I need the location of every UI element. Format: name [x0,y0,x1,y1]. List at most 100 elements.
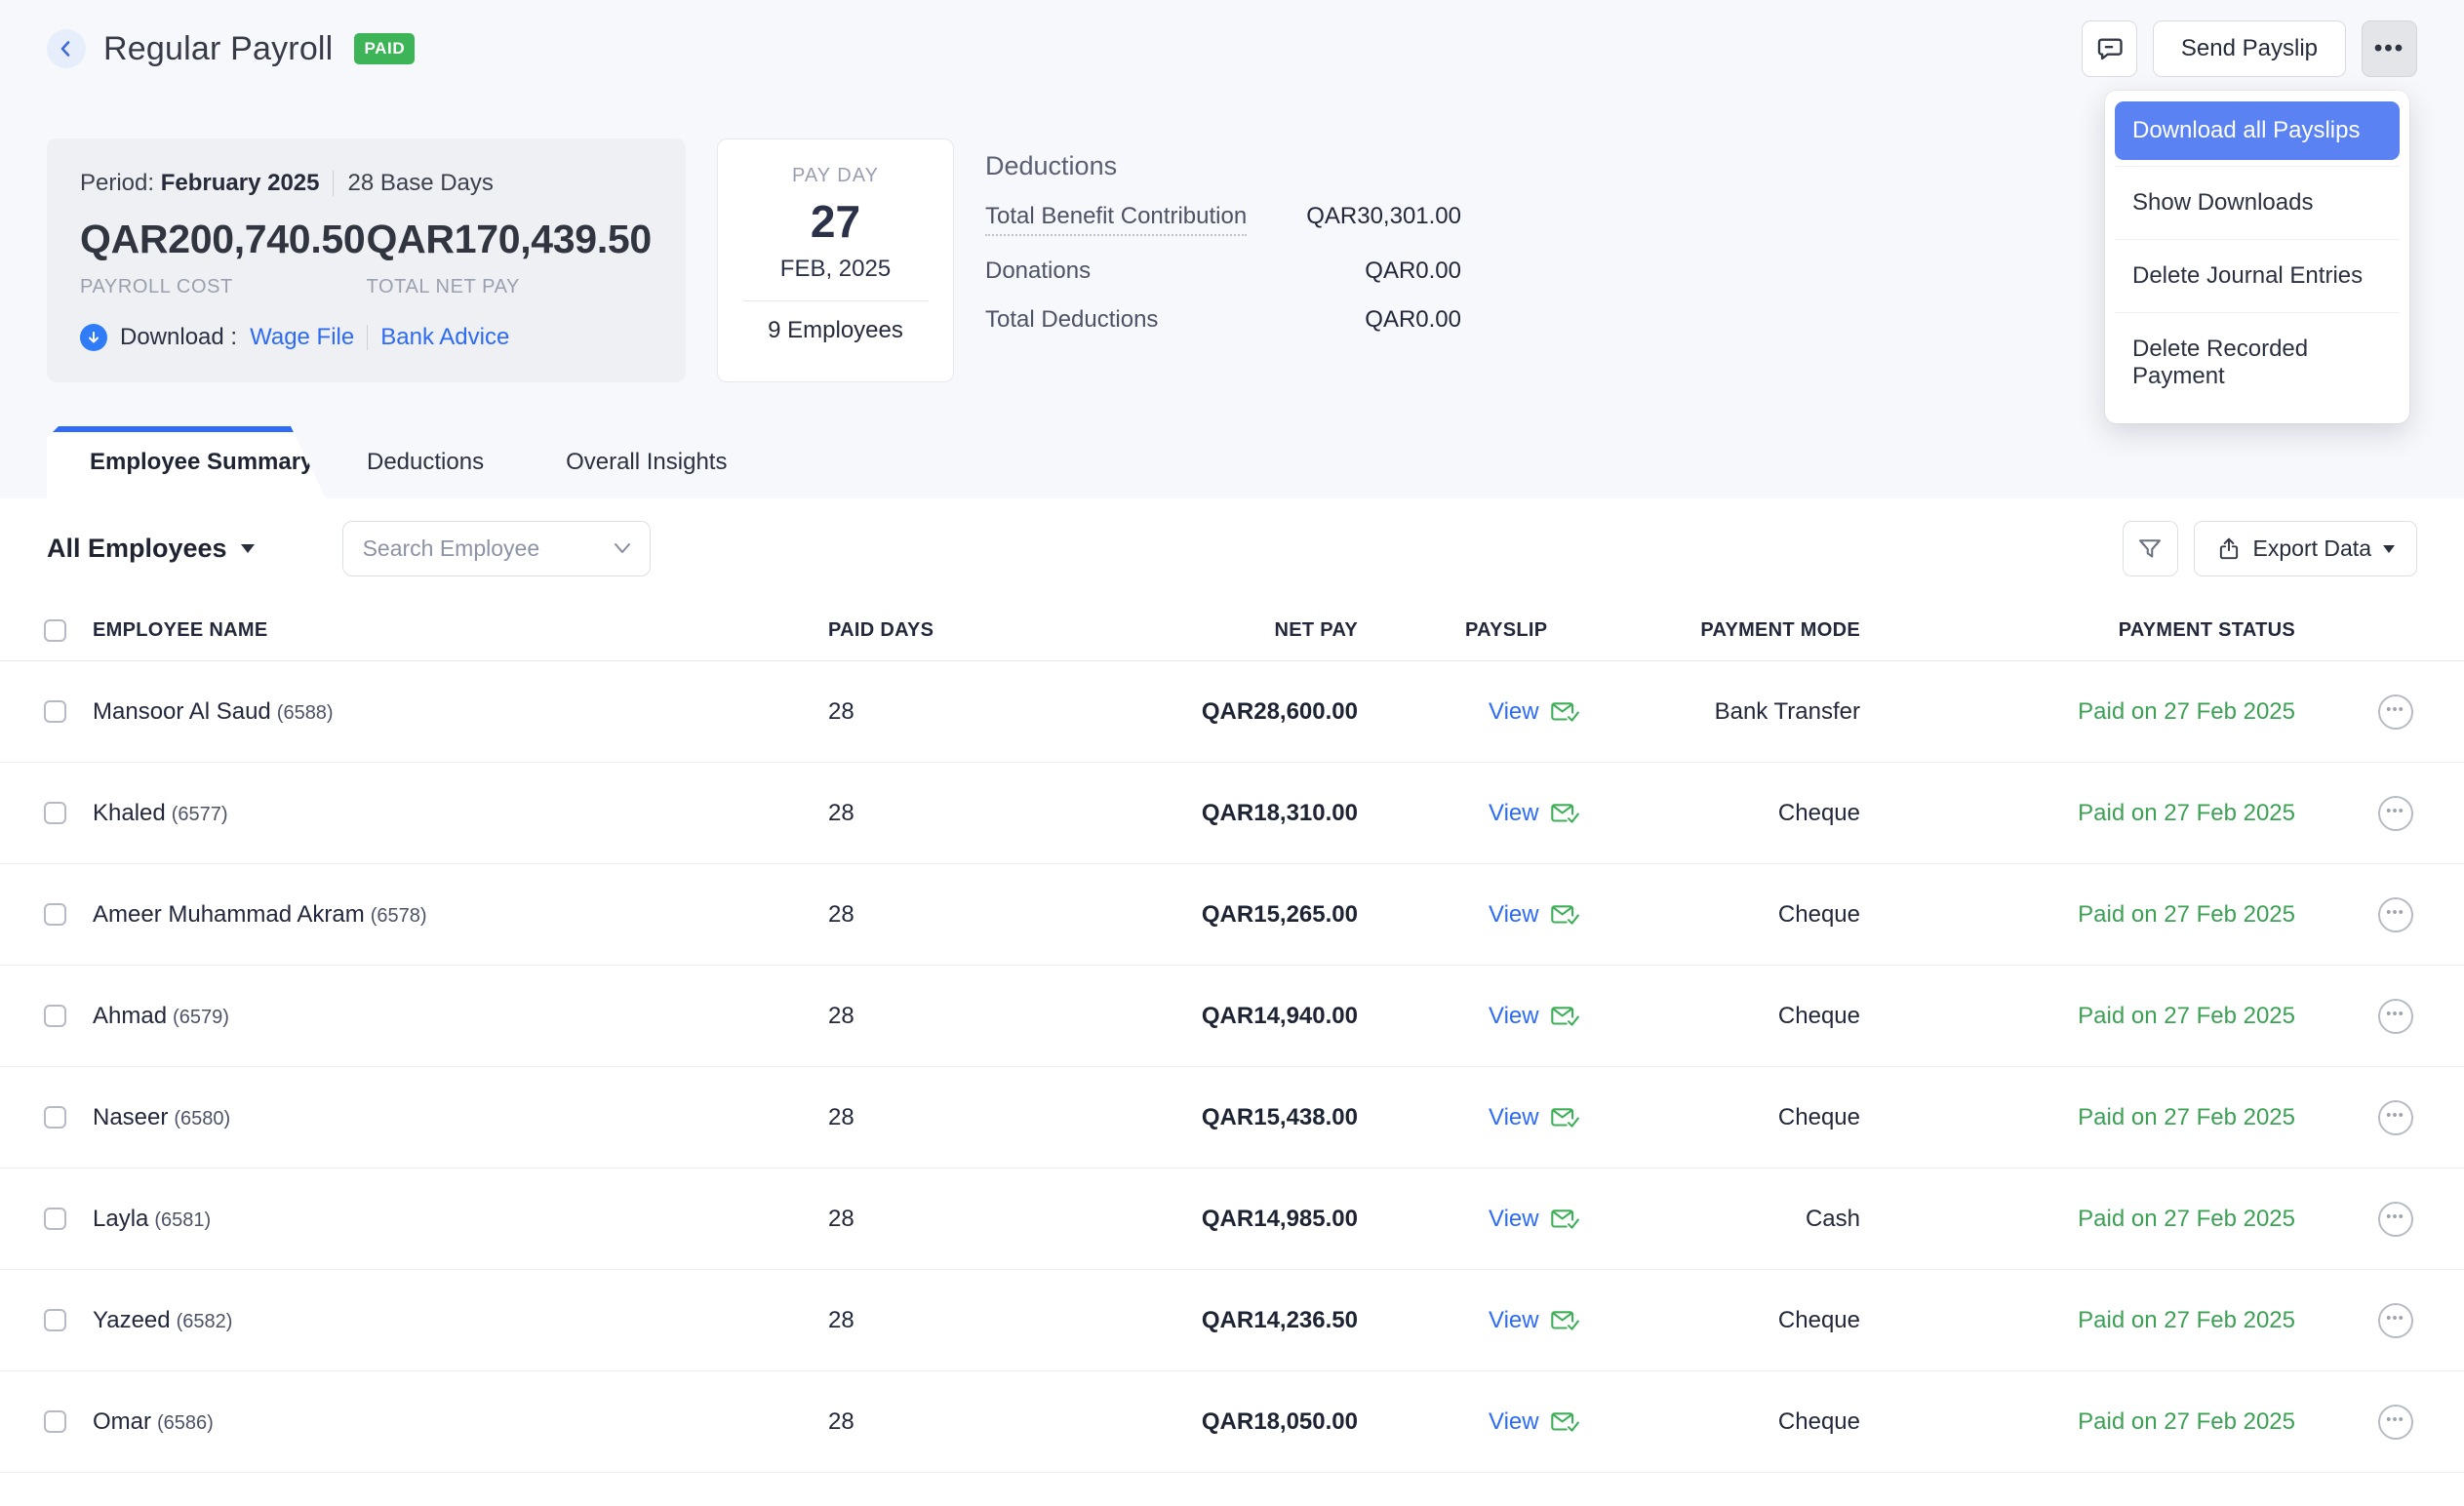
payslip-view-link[interactable]: View [1489,1307,1539,1334]
column-header-paid-days: PAID DAYS [828,619,945,642]
tab-overall-insights[interactable]: Overall Insights [525,426,768,498]
payroll-cost-label: PAYROLL COST [80,276,367,298]
menu-item-delete-journal-entries[interactable]: Delete Journal Entries [2115,239,2400,312]
period-label: Period: February 2025 [80,170,319,197]
total-benefit-contribution-label[interactable]: Total Benefit Contribution [985,203,1247,236]
payment-status: Paid on 27 Feb 2025 [1860,1307,2295,1334]
pay-day-card: PAY DAY 27 FEB, 2025 9 Employees [717,139,954,382]
net-pay: QAR14,236.50 [945,1307,1358,1334]
employee-name: Naseer [93,1104,168,1130]
column-header-payslip: PAYSLIP [1465,619,1660,642]
payment-mode: Cash [1660,1206,1860,1233]
comments-button[interactable] [2082,20,2137,77]
payslip-sent-icon [1550,1308,1579,1333]
payroll-summary-card: Period: February 2025 28 Base Days QAR20… [47,139,686,382]
row-checkbox[interactable] [44,1005,66,1027]
row-actions-button[interactable]: ••• [2378,1202,2413,1237]
net-pay: QAR14,940.00 [945,1003,1358,1030]
page-title: Regular Payroll [103,30,333,68]
paid-days: 28 [828,1408,945,1436]
donations-label: Donations [985,258,1091,285]
row-checkbox[interactable] [44,1410,66,1433]
payment-status: Paid on 27 Feb 2025 [1860,698,2295,726]
employee-filter-dropdown[interactable]: All Employees [47,534,255,564]
payslip-sent-icon [1550,1207,1579,1232]
column-header-net-pay: NET PAY [945,619,1358,642]
payment-status: Paid on 27 Feb 2025 [1860,1003,2295,1030]
divider [333,171,334,196]
row-checkbox[interactable] [44,1208,66,1230]
table-row: Omar(6586) 28 QAR18,050.00 View Cheque P… [0,1371,2464,1473]
deductions-heading: Deductions [985,151,1461,181]
row-checkbox[interactable] [44,903,66,926]
paid-days: 28 [828,698,945,726]
search-employee-input[interactable] [342,521,651,576]
employee-name: Yazeed [93,1307,171,1333]
payment-status: Paid on 27 Feb 2025 [1860,1408,2295,1436]
pay-day-month-year: FEB, 2025 [780,256,891,283]
funnel-icon [2136,535,2164,563]
column-header-payment-status: PAYMENT STATUS [1860,619,2295,642]
period-line: Period: February 2025 28 Base Days [80,170,653,197]
row-checkbox[interactable] [44,1309,66,1331]
payslip-sent-icon [1550,801,1579,826]
row-actions-button[interactable]: ••• [2378,694,2413,730]
select-all-checkbox[interactable] [44,619,66,642]
chevron-down-icon [241,544,255,553]
employee-name: Omar [93,1408,151,1435]
more-options-button[interactable]: ••• [2362,20,2417,77]
payslip-view-link[interactable]: View [1489,698,1539,726]
paid-days: 28 [828,901,945,929]
payslip-view-link[interactable]: View [1489,901,1539,929]
row-checkbox[interactable] [44,802,66,824]
payslip-view-link[interactable]: View [1489,1104,1539,1131]
payslip-view-link[interactable]: View [1489,800,1539,827]
back-button[interactable] [47,29,86,68]
tab-deductions[interactable]: Deductions [326,426,525,498]
menu-item-delete-recorded-payment[interactable]: Delete Recorded Payment [2115,312,2400,413]
paid-days: 28 [828,1003,945,1030]
bank-advice-link[interactable]: Bank Advice [380,324,509,351]
row-actions-button[interactable]: ••• [2378,796,2413,831]
payslip-view-link[interactable]: View [1489,1003,1539,1030]
chevron-left-icon [57,39,76,59]
download-row: Download : Wage File Bank Advice [80,324,653,351]
row-actions-button[interactable]: ••• [2378,999,2413,1034]
employee-name: Khaled [93,800,166,826]
menu-item-download-all-payslips[interactable]: Download all Payslips [2115,101,2400,160]
export-data-button[interactable]: Export Data [2194,521,2417,576]
payslip-view-link[interactable]: View [1489,1206,1539,1233]
payslip-view-link[interactable]: View [1489,1408,1539,1436]
download-icon [80,324,107,351]
total-benefit-contribution-value: QAR30,301.00 [1306,203,1461,230]
send-payslip-button[interactable]: Send Payslip [2153,20,2346,77]
row-actions-button[interactable]: ••• [2378,1100,2413,1135]
menu-item-show-downloads[interactable]: Show Downloads [2115,166,2400,239]
wage-file-link[interactable]: Wage File [250,324,354,351]
total-deductions-label: Total Deductions [985,306,1158,334]
employee-id: (6588) [277,702,334,724]
payslip-sent-icon [1550,902,1579,928]
payment-status: Paid on 27 Feb 2025 [1860,1206,2295,1233]
payment-mode: Cheque [1660,901,1860,929]
payslip-sent-icon [1550,699,1579,725]
row-checkbox[interactable] [44,1106,66,1129]
table-header-row: EMPLOYEE NAME PAID DAYS NET PAY PAYSLIP … [0,601,2464,661]
paid-days: 28 [828,1307,945,1334]
tab-employee-summary[interactable]: Employee Summary [47,426,326,498]
row-actions-button[interactable]: ••• [2378,897,2413,932]
export-icon [2216,536,2242,562]
table-row: Naseer(6580) 28 QAR15,438.00 View Cheque… [0,1067,2464,1169]
row-actions-button[interactable]: ••• [2378,1405,2413,1440]
top-bar-actions: Send Payslip ••• [2082,20,2417,77]
table-row: Khaled(6577) 28 QAR18,310.00 View Cheque… [0,763,2464,864]
filter-button[interactable] [2123,521,2178,576]
search-box [342,521,651,576]
employee-name: Ahmad [93,1003,167,1029]
payslip-sent-icon [1550,1105,1579,1130]
divider [367,325,368,350]
row-actions-button[interactable]: ••• [2378,1303,2413,1338]
employee-id: (6582) [177,1311,233,1332]
employee-name: Mansoor Al Saud [93,698,271,725]
row-checkbox[interactable] [44,700,66,723]
